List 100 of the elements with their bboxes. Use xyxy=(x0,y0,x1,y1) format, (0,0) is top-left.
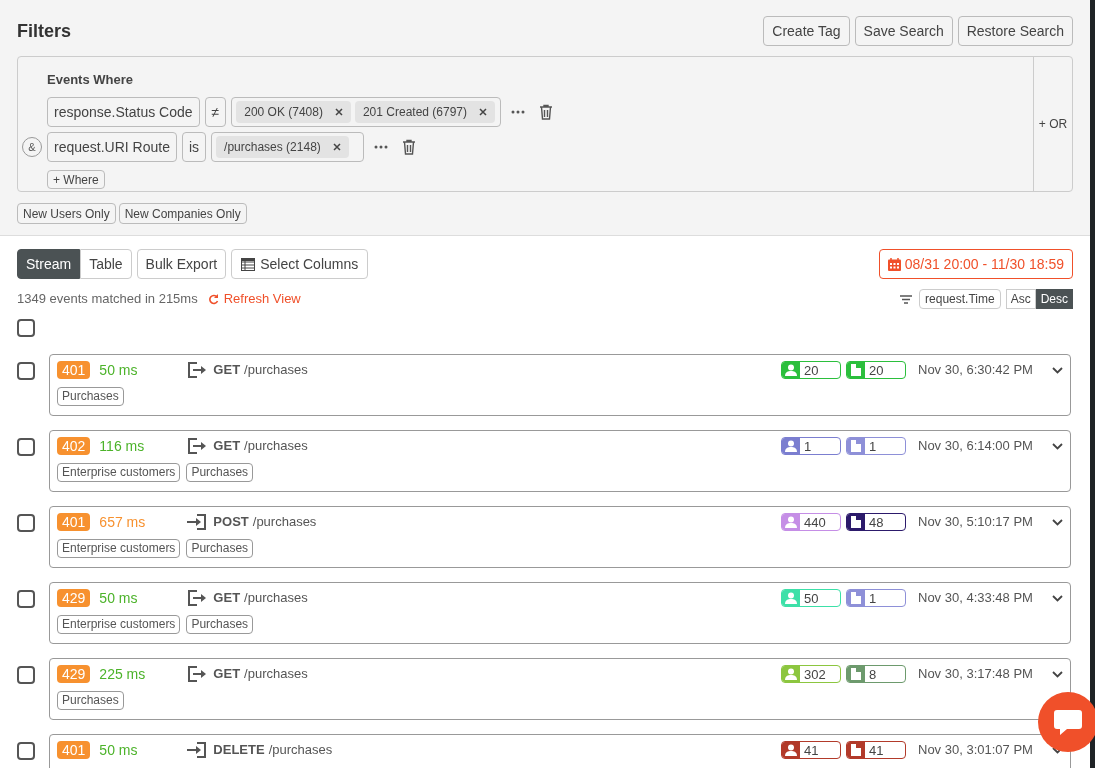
company-count-badge[interactable]: 41 xyxy=(846,741,906,759)
checkbox[interactable] xyxy=(17,319,35,337)
event-card[interactable]: 429 50 ms GET /purchases 50 1 Nov 30, 4:33:48 PM Enterprise customers Purchases xyxy=(49,582,1071,644)
filter-value-chip[interactable]: 200 OK (7408) xyxy=(236,101,351,123)
table-icon xyxy=(241,257,256,271)
values-field[interactable]: /purchases (2148) xyxy=(211,132,365,162)
method-label: DELETE xyxy=(213,741,265,760)
sort-order-toggle[interactable]: Desc xyxy=(1035,289,1073,309)
date-range-button[interactable]: 08/31 20:00 - 11/30 18:59 xyxy=(878,249,1073,279)
event-tag[interactable]: Purchases xyxy=(57,387,124,406)
user-count-badge[interactable]: 41 xyxy=(781,741,841,759)
enter-arrow-icon xyxy=(187,741,208,759)
user-count-badge[interactable]: 20 xyxy=(781,361,841,379)
refresh-icon xyxy=(207,293,219,305)
view-tab[interactable]: Table xyxy=(80,249,132,279)
event-tag[interactable]: Enterprise customers xyxy=(57,539,181,558)
more-icon[interactable] xyxy=(374,145,389,149)
event-tag[interactable]: Enterprise customers xyxy=(57,615,181,634)
more-icon[interactable] xyxy=(511,110,526,114)
chat-button[interactable] xyxy=(1038,692,1095,752)
enter-arrow-icon xyxy=(187,513,208,531)
duration: 657 ms xyxy=(99,512,147,532)
request-path: /purchases xyxy=(244,361,308,380)
request-path: /purchases xyxy=(244,589,308,608)
filter-action-button[interactable]: Restore Search xyxy=(957,16,1073,46)
company-count-badge[interactable]: 1 xyxy=(846,437,906,455)
select-columns-button[interactable]: Select Columns xyxy=(231,249,369,279)
chevron-down-icon[interactable] xyxy=(1052,442,1063,450)
filter-action-button[interactable]: Save Search xyxy=(854,16,953,46)
bulk-export-button[interactable]: Bulk Export xyxy=(136,249,227,279)
user-count-badge[interactable]: 440 xyxy=(781,513,841,531)
filter-action-button[interactable]: Create Tag xyxy=(763,16,850,46)
method-label: POST xyxy=(213,513,249,532)
add-where-button[interactable]: + Where xyxy=(47,170,105,189)
event-tag[interactable]: Enterprise customers xyxy=(57,463,181,482)
remove-icon[interactable] xyxy=(479,108,487,116)
view-tab[interactable]: Stream xyxy=(17,249,81,279)
duration: 50 ms xyxy=(99,588,139,608)
values-field[interactable]: 200 OK (7408) 201 Created (6797) xyxy=(231,97,502,127)
exit-arrow-icon xyxy=(187,437,208,455)
company-count-badge[interactable]: 48 xyxy=(846,513,906,531)
checkbox[interactable] xyxy=(17,590,35,608)
or-button[interactable]: + OR xyxy=(1033,57,1072,191)
duration: 50 ms xyxy=(99,360,139,380)
user-count-badge[interactable]: 50 xyxy=(781,589,841,607)
trash-icon[interactable] xyxy=(402,139,417,155)
chevron-down-icon[interactable] xyxy=(1052,518,1063,526)
calendar-icon xyxy=(887,257,901,271)
chevron-down-icon[interactable] xyxy=(1052,670,1063,678)
company-count-badge[interactable]: 8 xyxy=(846,665,906,683)
operator-selector[interactable]: ≠ xyxy=(204,97,227,127)
event-time: Nov 30, 3:17:48 PM xyxy=(918,665,1034,684)
duration: 225 ms xyxy=(99,664,147,684)
trash-icon[interactable] xyxy=(539,104,554,120)
company-count-badge[interactable]: 1 xyxy=(846,589,906,607)
status-code-badge: 401 xyxy=(57,513,91,531)
event-tag[interactable]: Purchases xyxy=(186,539,254,558)
status-code-badge: 401 xyxy=(57,741,91,759)
remove-icon[interactable] xyxy=(332,143,341,151)
event-card[interactable]: 401 657 ms POST /purchases 440 48 Nov 30, 5:10:17 PM Enterprise customers Purchases xyxy=(49,506,1071,568)
quick-filter-button[interactable]: New Companies Only xyxy=(118,203,247,224)
exit-arrow-icon xyxy=(187,361,208,379)
matched-count: 1349 events matched in 215ms xyxy=(17,290,198,309)
request-path: /purchases xyxy=(244,437,308,456)
operator-selector[interactable]: is xyxy=(181,132,207,162)
field-selector[interactable]: response.Status Code xyxy=(47,97,200,127)
company-count-badge[interactable]: 20 xyxy=(846,361,906,379)
user-count-badge[interactable]: 1 xyxy=(781,437,841,455)
event-tag[interactable]: Purchases xyxy=(186,615,254,634)
status-code-badge: 429 xyxy=(57,665,91,683)
method-label: GET xyxy=(213,589,241,608)
event-tag[interactable]: Purchases xyxy=(57,691,124,710)
chevron-down-icon[interactable] xyxy=(1052,366,1063,374)
event-card[interactable]: 402 116 ms GET /purchases 1 1 Nov 30, 6:14:00 PM Enterprise customers Purchases xyxy=(49,430,1071,492)
events-where-heading: Events Where xyxy=(47,72,133,87)
request-path: /purchases xyxy=(244,665,308,684)
field-selector[interactable]: request.URI Route xyxy=(47,132,177,162)
filter-value-chip[interactable]: 201 Created (6797) xyxy=(354,101,495,123)
refresh-view-link[interactable]: Refresh View xyxy=(207,289,301,309)
filters-title: Filters xyxy=(17,19,72,43)
sort-field-selector[interactable]: request.Time xyxy=(919,289,1001,309)
exit-arrow-icon xyxy=(187,589,208,607)
filter-value-chip[interactable]: /purchases (2148) xyxy=(216,136,349,158)
quick-filter-button[interactable]: New Users Only xyxy=(17,203,116,224)
event-time: Nov 30, 4:33:48 PM xyxy=(918,589,1034,608)
checkbox[interactable] xyxy=(17,666,35,684)
checkbox[interactable] xyxy=(17,514,35,532)
duration: 116 ms xyxy=(99,436,146,456)
user-count-badge[interactable]: 302 xyxy=(781,665,841,683)
event-tag[interactable]: Purchases xyxy=(186,463,254,482)
sort-order-toggle[interactable]: Asc xyxy=(1005,289,1036,309)
remove-icon[interactable] xyxy=(334,108,343,116)
sort-icon xyxy=(900,294,913,304)
checkbox[interactable] xyxy=(17,362,35,380)
status-code-badge: 402 xyxy=(57,437,91,455)
request-path: /purchases xyxy=(252,513,317,532)
event-card[interactable]: 401 50 ms GET /purchases 20 20 Nov 30, 6:30:42 PM Purchases xyxy=(49,354,1071,416)
checkbox[interactable] xyxy=(17,742,35,760)
checkbox[interactable] xyxy=(17,438,35,456)
chevron-down-icon[interactable] xyxy=(1052,594,1063,602)
